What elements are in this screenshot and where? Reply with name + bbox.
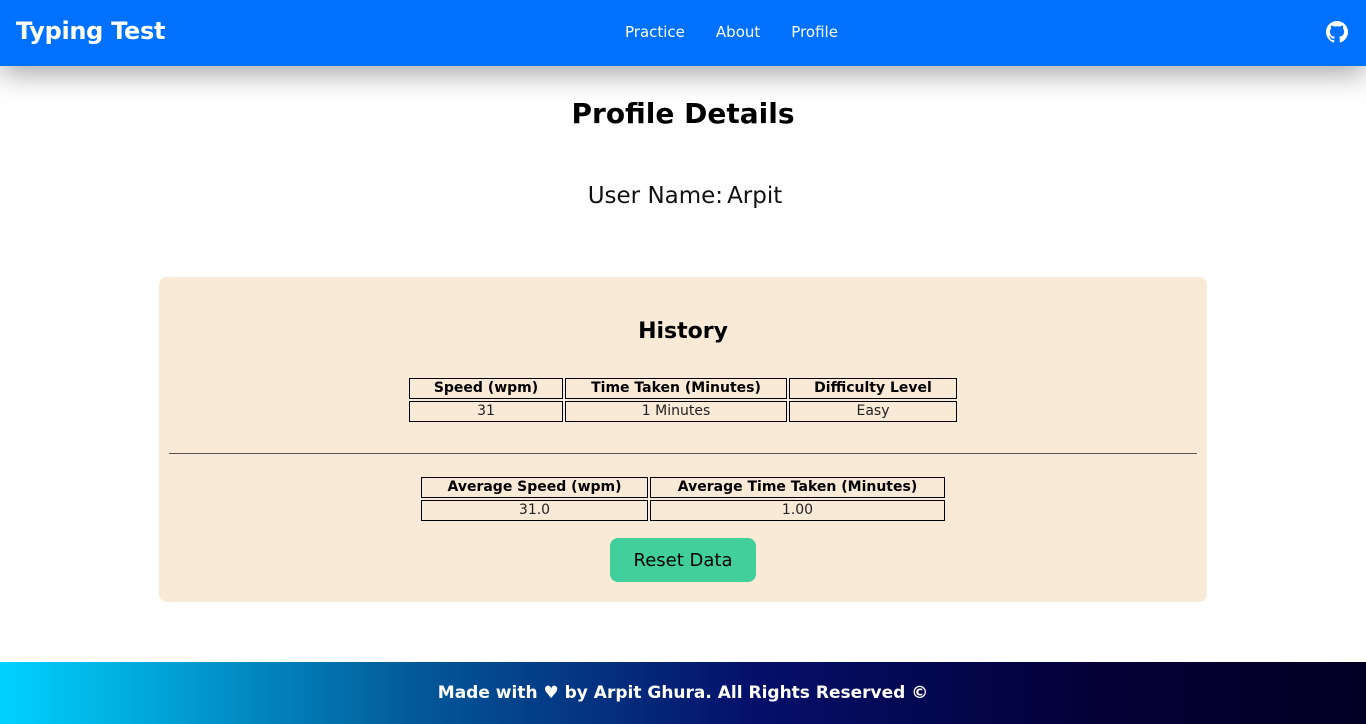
table-row: 31.0 1.00 bbox=[421, 500, 945, 521]
nav-link-about[interactable]: About bbox=[716, 23, 760, 41]
page-title: Profile Details bbox=[571, 97, 795, 130]
cell-average-time: 1.00 bbox=[650, 500, 945, 521]
divider bbox=[169, 453, 1197, 454]
cell-speed: 31 bbox=[409, 401, 563, 422]
column-header-speed: Speed (wpm) bbox=[409, 378, 563, 399]
nav-link-profile[interactable]: Profile bbox=[791, 23, 838, 41]
footer: Made with ♥ by Arpit Ghura. All Rights R… bbox=[0, 662, 1366, 724]
navbar: Typing Test Practice About Profile bbox=[0, 0, 1366, 66]
column-header-average-speed: Average Speed (wpm) bbox=[421, 477, 648, 498]
username-label: User Name: bbox=[587, 183, 724, 209]
cell-time: 1 Minutes bbox=[565, 401, 787, 422]
history-card: History Speed (wpm) Time Taken (Minutes)… bbox=[159, 277, 1207, 602]
history-header-row: Speed (wpm) Time Taken (Minutes) Difficu… bbox=[409, 378, 957, 399]
nav-links: Practice About Profile bbox=[625, 23, 869, 41]
reset-data-button[interactable]: Reset Data bbox=[610, 538, 756, 582]
nav-link-practice[interactable]: Practice bbox=[625, 23, 685, 41]
username-value: Arpit bbox=[727, 183, 783, 209]
history-table: Speed (wpm) Time Taken (Minutes) Difficu… bbox=[407, 376, 959, 424]
averages-table: Average Speed (wpm) Average Time Taken (… bbox=[419, 475, 947, 523]
brand-logo[interactable]: Typing Test bbox=[16, 17, 165, 45]
column-header-difficulty: Difficulty Level bbox=[789, 378, 957, 399]
github-icon[interactable] bbox=[1326, 21, 1348, 43]
cell-difficulty: Easy bbox=[789, 401, 957, 422]
averages-header-row: Average Speed (wpm) Average Time Taken (… bbox=[421, 477, 945, 498]
footer-text: Made with ♥ by Arpit Ghura. All Rights R… bbox=[437, 683, 929, 703]
history-title: History bbox=[638, 319, 728, 344]
table-row: 31 1 Minutes Easy bbox=[409, 401, 957, 422]
username-line: User Name: Arpit bbox=[0, 183, 1366, 209]
column-header-average-time: Average Time Taken (Minutes) bbox=[650, 477, 945, 498]
column-header-time: Time Taken (Minutes) bbox=[565, 378, 787, 399]
cell-average-speed: 31.0 bbox=[421, 500, 648, 521]
